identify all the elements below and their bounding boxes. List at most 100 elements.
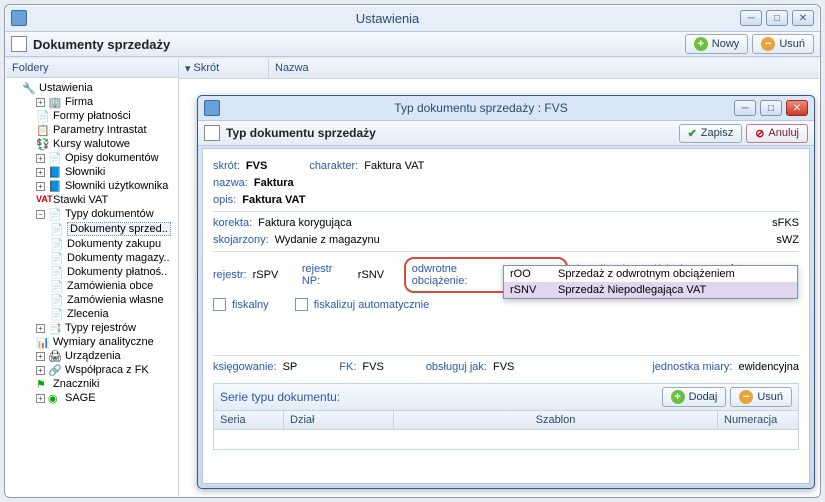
label-fiskauto: fiskalizuj automatycznie (314, 299, 430, 311)
tree-typyrej[interactable]: +📑Typy rejestrów (36, 321, 176, 335)
label-korekta: korekta: (213, 217, 252, 229)
odwrotne-dropdown-list[interactable]: rOOSprzedaż z odwrotnym obciążeniem rSNV… (503, 265, 798, 299)
value-nazwa: Faktura (254, 177, 294, 189)
list-header: ▾Skrót Nazwa (179, 59, 819, 79)
col-dzial[interactable]: Dział (284, 411, 394, 429)
value-opis: Faktura VAT (242, 194, 305, 206)
add-series-button[interactable]: +Dodaj (662, 387, 727, 407)
close-button[interactable]: ✕ (792, 10, 814, 26)
new-button[interactable]: +Nowy (685, 34, 749, 54)
doctype-dialog: Typ dokumentu sprzedaży : FVS ─ □ ✕ Typ … (197, 95, 815, 489)
fiskalny-checkbox[interactable] (213, 298, 226, 311)
label-rejnp: rejestr NP: (302, 263, 352, 287)
tree-stawki[interactable]: VATStawki VAT (36, 193, 176, 207)
col-nazwa[interactable]: Nazwa (269, 59, 819, 78)
tree-firma[interactable]: +🏢Firma (36, 95, 176, 109)
col-seria[interactable]: Seria (214, 411, 284, 429)
check-icon: ✔ (688, 127, 697, 140)
window-title: Ustawienia (35, 11, 740, 26)
col-skrot[interactable]: ▾Skrót (179, 59, 269, 78)
value-charakter: Faktura VAT (364, 160, 424, 172)
save-button[interactable]: ✔Zapisz (679, 124, 743, 143)
value-rejnp[interactable]: rSNV (358, 269, 384, 281)
label-charakter: charakter: (309, 160, 358, 172)
breadcrumb-title: Dokumenty sprzedaży (33, 37, 681, 52)
dialog-icon (204, 100, 220, 116)
label-jedn: jednostka miary: (652, 361, 732, 373)
cancel-icon: ⊘ (755, 127, 764, 140)
fiskauto-checkbox[interactable] (295, 298, 308, 311)
minus-icon: − (739, 390, 753, 404)
tree-sage[interactable]: +◉SAGE (36, 391, 176, 405)
tree-formy[interactable]: 📄Formy płatności (36, 109, 176, 123)
settings-tree[interactable]: 🔧Ustawienia +🏢Firma 📄Formy płatności 📋Pa… (6, 78, 178, 408)
cancel-button[interactable]: ⊘Anuluj (746, 124, 808, 143)
value-rejestr[interactable]: rSPV (253, 269, 279, 281)
tree-zobce[interactable]: 📄Zamówienia obce (50, 279, 176, 293)
delete-button[interactable]: −Usuń (752, 34, 814, 54)
series-grid-header: Seria Dział Szablon Numeracja (213, 411, 799, 430)
dlg-minimize-button[interactable]: ─ (734, 100, 756, 116)
tree-dplat[interactable]: 📄Dokumenty płatnoś.. (50, 265, 176, 279)
tree-wymiary[interactable]: 📊Wymiary analityczne (36, 335, 176, 349)
tree-kursy[interactable]: 💱Kursy walutowe (36, 137, 176, 151)
series-grid-body[interactable] (213, 430, 799, 450)
col-numeracja[interactable]: Numeracja (718, 411, 798, 429)
tree-dmag[interactable]: 📄Dokumenty magazy.. (50, 251, 176, 265)
label-fiskalny: fiskalny (232, 299, 269, 311)
titlebar-outer: Ustawienia ─ □ ✕ (5, 5, 820, 31)
tree-zlec[interactable]: 📄Zlecenia (50, 307, 176, 321)
col-szablon[interactable]: Szablon (394, 411, 718, 429)
value-jedn[interactable]: ewidencyjna (738, 361, 799, 373)
tree-opisy[interactable]: +📄Opisy dokumentów (36, 151, 176, 165)
label-obsl: obsługuj jak: (426, 361, 487, 373)
label-opis: opis: (213, 194, 236, 206)
dropdown-option-rsnv[interactable]: rSNVSprzedaż Niepodlegająca VAT (504, 282, 797, 298)
minus-icon: − (761, 37, 775, 51)
tree-znacz[interactable]: ⚑Znaczniki (36, 377, 176, 391)
doc-icon (204, 125, 220, 141)
plus-icon: + (694, 37, 708, 51)
tree-typyd[interactable]: −📄Typy dokumentów (36, 207, 176, 221)
label-rejestr: rejestr: (213, 269, 247, 281)
app-icon (11, 10, 27, 26)
label-odwrotne: odwrotne obciążenie: (412, 263, 512, 287)
dialog-title: Typ dokumentu sprzedaży : FVS (228, 101, 734, 115)
label-fk: FK: (339, 361, 356, 373)
tree-slowuzy[interactable]: +📘Słowniki użytkownika (36, 179, 176, 193)
dialog-body: skrót: FVS charakter: Faktura VAT nazwa:… (202, 148, 810, 484)
series-title: Serie typu dokumentu: (220, 390, 658, 404)
value-fk[interactable]: FVS (362, 361, 383, 373)
label-ksieg: księgowanie: (213, 361, 277, 373)
label-skrot: skrót: (213, 160, 240, 172)
value-korekta[interactable]: Faktura korygująca (258, 217, 352, 229)
dialog-subtitle: Typ dokumentu sprzedaży (226, 126, 675, 140)
dlg-maximize-button[interactable]: □ (760, 100, 782, 116)
tree-wfk[interactable]: +🔗Współpraca z FK (36, 363, 176, 377)
dialog-subbar: Typ dokumentu sprzedaży ✔Zapisz ⊘Anuluj (198, 120, 814, 146)
value-skojarzony[interactable]: Wydanie z magazynu (275, 234, 380, 246)
series-header: Serie typu dokumentu: +Dodaj −Usuń (213, 383, 799, 411)
value-obsl[interactable]: FVS (493, 361, 514, 373)
value-ksieg[interactable]: SP (283, 361, 298, 373)
tree-zwl[interactable]: 📄Zamówienia własne (50, 293, 176, 307)
breadcrumb-bar: Dokumenty sprzedaży +Nowy −Usuń (5, 31, 820, 57)
tree-root[interactable]: 🔧Ustawienia (22, 81, 176, 95)
tree-dzak[interactable]: 📄Dokumenty zakupu (50, 237, 176, 251)
label-nazwa: nazwa: (213, 177, 248, 189)
value-skoj-code: sWZ (776, 234, 799, 246)
plus-icon: + (671, 390, 685, 404)
remove-series-button[interactable]: −Usuń (730, 387, 792, 407)
minimize-button[interactable]: ─ (740, 10, 762, 26)
label-skojarzony: skojarzony: (213, 234, 269, 246)
tree-dsprz[interactable]: 📄Dokumenty sprzed.. (50, 221, 176, 237)
dropdown-option-roo[interactable]: rOOSprzedaż z odwrotnym obciążeniem (504, 266, 797, 282)
dlg-close-button[interactable]: ✕ (786, 100, 808, 116)
folders-panel: Foldery 🔧Ustawienia +🏢Firma 📄Formy płatn… (6, 59, 179, 496)
tree-urz[interactable]: +🖨Urządzenia (36, 349, 176, 363)
tree-intrastat[interactable]: 📋Parametry Intrastat (36, 123, 176, 137)
folders-header: Foldery (6, 59, 178, 78)
value-skrot: FVS (246, 160, 267, 172)
tree-slowniki[interactable]: +📘Słowniki (36, 165, 176, 179)
maximize-button[interactable]: □ (766, 10, 788, 26)
